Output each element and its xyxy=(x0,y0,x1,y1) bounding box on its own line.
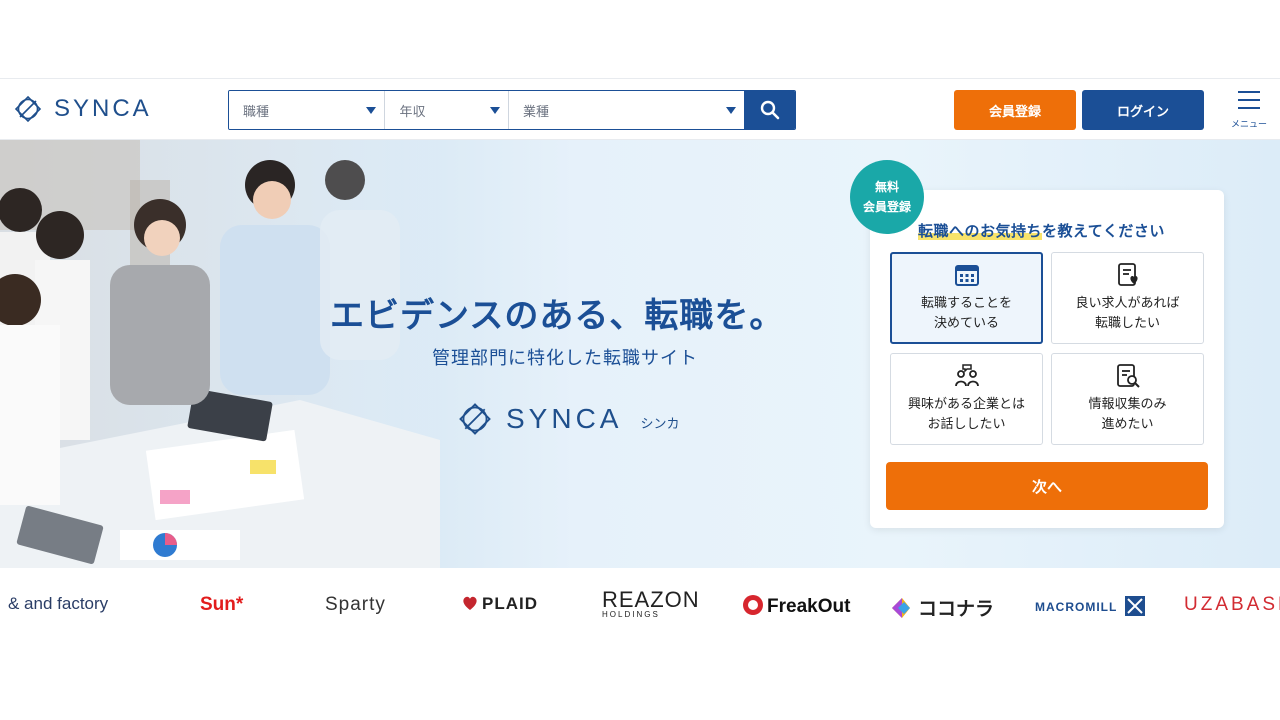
job-type-select[interactable]: 職種 xyxy=(229,91,386,129)
option-label-line2: お話ししたい xyxy=(927,417,1006,432)
hero-photo-team-meeting xyxy=(0,140,440,568)
option-good-offer[interactable]: 良い求人があれば 転職したい xyxy=(1051,252,1204,344)
hamburger-bar xyxy=(1238,107,1260,109)
free-signup-badge: 無料 会員登録 xyxy=(850,160,924,234)
hamburger-bar xyxy=(1238,99,1260,101)
option-label-line1: 転職することを xyxy=(920,296,1012,311)
plaid-heart-icon xyxy=(463,596,477,610)
caret-down-icon xyxy=(490,107,501,114)
search-icon xyxy=(760,100,779,120)
next-button[interactable]: 次へ xyxy=(886,462,1208,510)
job-search-bar: 職種 年収 業種 xyxy=(228,90,796,130)
logo-uzabase[interactable]: UZABASE xyxy=(1184,594,1280,616)
login-button[interactable]: ログイン xyxy=(1082,90,1204,130)
option-label-line2: 転職したい xyxy=(1094,316,1160,331)
industry-value: 業種 xyxy=(523,104,550,120)
salary-value: 年収 xyxy=(399,104,426,120)
logo-macromill[interactable]: MACROMILL xyxy=(1035,596,1146,616)
document-search-icon xyxy=(1116,364,1140,388)
logo-sun[interactable]: Sun* xyxy=(200,594,243,616)
synca-logo-icon xyxy=(14,95,42,123)
logo-freakout[interactable]: FreakOut xyxy=(742,594,850,618)
job-type-value: 職種 xyxy=(243,104,270,120)
option-label-line2: 進めたい xyxy=(1101,417,1154,432)
hero-subtitle: 管理部門に特化した転職サイト xyxy=(432,348,698,369)
logo-coconala[interactable]: ココナラ xyxy=(890,594,994,621)
option-label: 良い求人があれば 転職したい xyxy=(1075,294,1179,334)
menu-label: メニュー xyxy=(1230,120,1267,130)
option-label-line1: 良い求人があれば xyxy=(1075,296,1180,311)
site-logo[interactable]: SYNCA xyxy=(14,95,152,123)
hero-logo-kana: シンカ xyxy=(640,416,680,432)
logo-plaid[interactable]: PLAID xyxy=(462,594,538,614)
badge-line1: 無料 xyxy=(874,180,899,194)
option-label: 転職することを 決めている xyxy=(921,294,1012,334)
site-header: SYNCA 職種 年収 業種 会員登録 ログイン メニュー xyxy=(0,78,1280,140)
card-title: 転職へのお気持ちを教えてください xyxy=(918,220,1165,241)
option-label-line1: 興味がある企業とは xyxy=(907,397,1025,412)
hero-section: エビデンスのある、転職を。 管理部門に特化した転職サイト SYNCA シンカ 転… xyxy=(0,140,1280,568)
freakout-text: FreakOut xyxy=(767,596,851,617)
hero-logo-text: SYNCA xyxy=(506,403,623,434)
caret-down-icon xyxy=(366,107,377,114)
freakout-emblem-icon xyxy=(743,595,763,615)
people-talk-icon xyxy=(954,364,979,387)
card-title-rest: を教えてください xyxy=(1042,222,1165,240)
hamburger-icon xyxy=(1238,91,1260,93)
page: SYNCA 職種 年収 業種 会員登録 ログイン メニュー エビデンスのある、転… xyxy=(0,0,1280,720)
option-talk-company[interactable]: 興味がある企業とは お話ししたい xyxy=(890,353,1043,445)
macromill-emblem-icon xyxy=(1125,596,1146,616)
menu-button[interactable]: メニュー xyxy=(1226,91,1272,130)
hero-logo: SYNCA シンカ xyxy=(458,402,679,436)
salary-select[interactable]: 年収 xyxy=(385,91,510,129)
industry-select[interactable]: 業種 xyxy=(509,91,745,129)
logo-sparty[interactable]: Sparty xyxy=(325,594,386,616)
logo-and-factory[interactable]: & and factory xyxy=(8,594,108,614)
option-label: 興味がある企業とは お話ししたい xyxy=(908,395,1025,435)
option-label-line1: 情報収集のみ xyxy=(1088,397,1167,412)
card-title-highlight: 転職へのお気持ち xyxy=(918,222,1043,240)
coconala-text: ココナラ xyxy=(918,599,995,620)
caret-down-icon xyxy=(726,107,737,114)
hero-title: エビデンスのある、転職を。 xyxy=(330,296,785,336)
option-label: 情報収集のみ 進めたい xyxy=(1088,395,1166,435)
search-button[interactable] xyxy=(744,91,795,129)
synca-logo-icon xyxy=(459,403,491,435)
logo-text: SYNCA xyxy=(54,95,152,122)
option-decided[interactable]: 転職することを 決めている xyxy=(890,252,1043,344)
option-label-line2: 決めている xyxy=(933,316,999,331)
badge-line2: 会員登録 xyxy=(862,200,911,214)
document-heart-icon xyxy=(1117,263,1138,286)
macromill-text: MACROMILL xyxy=(1035,600,1118,614)
logo-reazon[interactable]: REAZON HOLDINGS xyxy=(602,587,700,620)
signup-card: 転職へのお気持ちを教えてください 転職することを 決めている 良い求人があれば … xyxy=(870,190,1224,528)
coconala-emblem-icon xyxy=(892,598,910,618)
option-info-only[interactable]: 情報収集のみ 進めたい xyxy=(1051,353,1204,445)
calendar-icon xyxy=(954,265,979,286)
register-button[interactable]: 会員登録 xyxy=(954,90,1076,130)
reazon-text: REAZON xyxy=(602,587,700,612)
company-logos-strip: & and factory Sun* Sparty PLAID REAZON H… xyxy=(0,580,1280,634)
plaid-text: PLAID xyxy=(482,594,538,613)
